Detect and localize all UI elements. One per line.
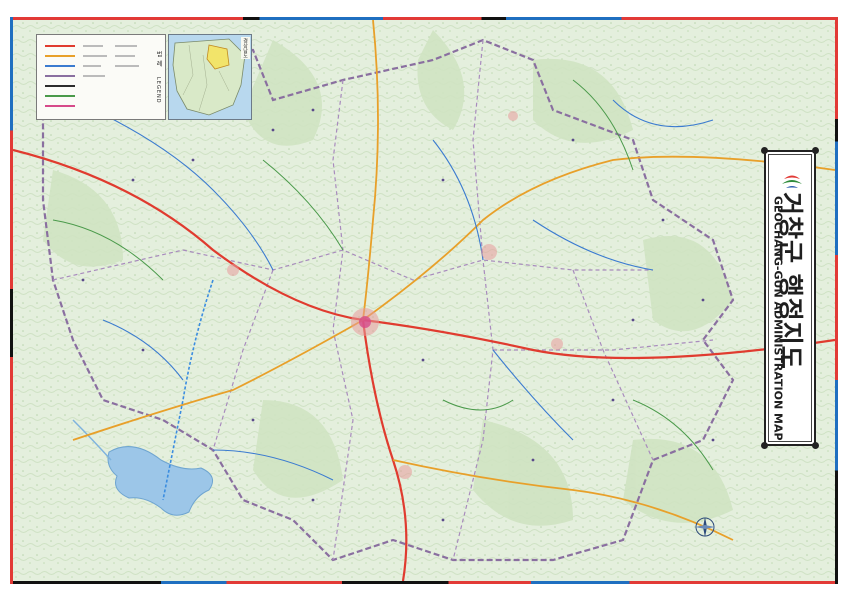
inset-map-label: 경상남도	[241, 37, 250, 59]
legend-row-text-4	[83, 75, 105, 77]
frame-bottom-edge	[13, 581, 835, 584]
legend-heading: 범 례 LEGEND	[155, 50, 162, 104]
frame-right-edge	[835, 17, 838, 584]
title-panel-corner-tl	[761, 147, 768, 154]
legend-panel: 범 례 LEGEND	[36, 34, 166, 120]
legend-row-text-6	[115, 55, 135, 57]
legend-row-text-1	[83, 45, 103, 47]
legend-row-text-7	[115, 65, 139, 67]
title-panel-corner-bl	[761, 442, 768, 449]
legend-row-national-road	[45, 55, 75, 57]
map-title-english: GEOCHANG-GUN ADMINISTRATION MAP	[771, 196, 785, 441]
legend-row-extra	[45, 105, 75, 107]
logo-icon	[782, 175, 802, 188]
legend-row-rail	[45, 85, 75, 87]
legend-row-highway	[45, 45, 75, 47]
inset-location-map: 경상남도	[168, 34, 252, 120]
legend-row-minor	[45, 95, 75, 97]
legend-row-text-2	[83, 55, 107, 57]
legend-row-boundary	[45, 75, 75, 77]
compass-icon	[695, 517, 715, 537]
legend-row-text-3	[83, 65, 101, 67]
legend-row-local-road	[45, 65, 75, 67]
title-panel-corner-br	[812, 442, 819, 449]
map-title-panel: 거창군 행정지도 GEOCHANG-GUN ADMINISTRATION MAP	[761, 147, 819, 449]
title-panel-corner-tr	[812, 147, 819, 154]
legend-row-text-5	[115, 45, 137, 47]
inset-map-graphic	[172, 38, 246, 116]
